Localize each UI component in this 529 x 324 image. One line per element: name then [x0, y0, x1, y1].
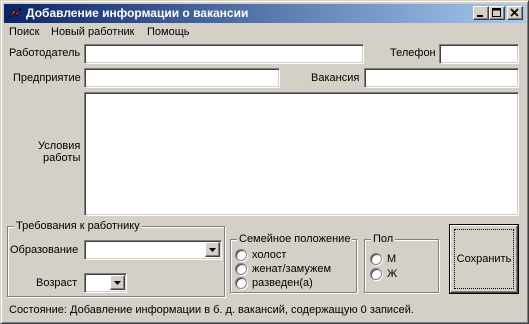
app-window: Добавление информации о вакансии Поиск Н… [0, 0, 529, 324]
gender-title: Пол [371, 233, 396, 245]
chevron-down-icon [114, 281, 121, 285]
requirements-title: Требования к работнику [14, 220, 142, 232]
conditions-textarea[interactable] [84, 92, 519, 216]
education-dropdown-button[interactable] [205, 242, 220, 257]
conditions-label-line1: Условия [38, 140, 81, 152]
education-combobox[interactable] [84, 240, 222, 260]
phone-label: Телефон [390, 47, 436, 59]
marital-option-divorced-label: разведен(а) [252, 277, 313, 289]
employer-input[interactable] [84, 44, 364, 64]
close-icon [510, 8, 519, 17]
title-bar[interactable]: Добавление информации о вакансии [4, 4, 526, 23]
close-button[interactable] [507, 6, 523, 20]
company-input[interactable] [84, 68, 280, 88]
radio-married[interactable] [235, 263, 247, 275]
gender-option-f-label: Ж [387, 268, 398, 280]
conditions-label-line2: работы [43, 152, 81, 164]
radio-male[interactable] [370, 253, 382, 265]
menu-bar: Поиск Новый работник Помощь [4, 23, 526, 41]
education-label: Образование [10, 244, 79, 256]
marital-option-single-label: холост [252, 249, 287, 261]
radio-divorced[interactable] [235, 277, 247, 289]
conditions-label: Условия работы [38, 140, 80, 164]
employer-label: Работодатель [9, 47, 81, 59]
vacancy-input[interactable] [364, 68, 519, 88]
radio-single[interactable] [235, 249, 247, 261]
menu-new-worker[interactable]: Новый работник [51, 26, 135, 38]
marital-option-married-label: женат/замужем [252, 263, 332, 275]
maximize-button[interactable] [489, 6, 505, 20]
save-button-label: Сохранить [456, 253, 512, 265]
gender-group: Пол [364, 233, 439, 293]
window-title: Добавление информации о вакансии [26, 6, 249, 20]
save-button[interactable]: Сохранить [449, 224, 519, 294]
minimize-icon [477, 15, 483, 17]
minimize-button[interactable] [473, 6, 489, 20]
menu-search[interactable]: Поиск [9, 26, 39, 38]
app-icon [7, 6, 23, 21]
maximize-icon [492, 8, 501, 17]
age-dropdown-button[interactable] [110, 275, 125, 290]
phone-input[interactable] [439, 44, 519, 64]
company-label: Предприятие [13, 72, 81, 84]
status-bar: Состояние: Добавление информации в б. д.… [9, 304, 414, 316]
marital-title: Семейное положение [237, 233, 353, 245]
gender-option-m-label: М [387, 253, 397, 265]
radio-female[interactable] [370, 268, 382, 280]
chevron-down-icon [209, 248, 216, 252]
vacancy-label: Вакансия [311, 72, 360, 84]
menu-help[interactable]: Помощь [147, 26, 190, 38]
age-combobox[interactable] [84, 273, 127, 293]
age-label: Возраст [36, 277, 78, 289]
